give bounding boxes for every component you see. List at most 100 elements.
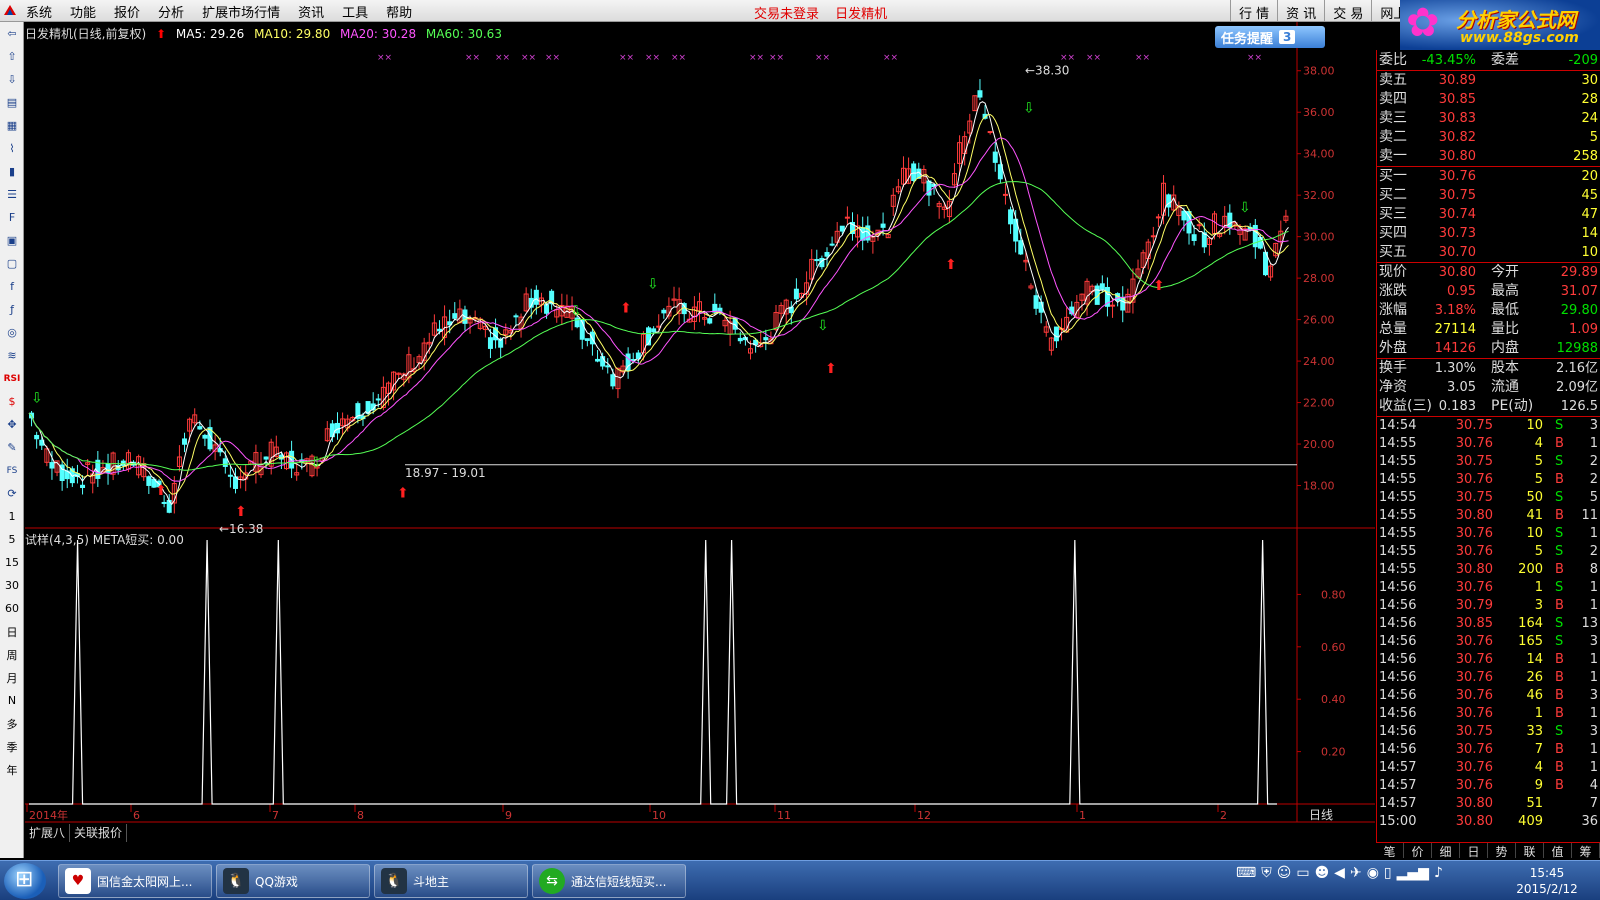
formula-icon[interactable]: f — [0, 275, 24, 298]
quote-tab[interactable]: 联 — [1516, 843, 1544, 859]
menu-news[interactable]: 资讯 — [298, 2, 324, 21]
down-arrow-icon[interactable]: ⇩ — [0, 68, 24, 91]
tick-row[interactable]: 14:55 30.80 41 B 11 — [1377, 507, 1600, 525]
tick-row[interactable]: 14:56 30.79 3 B 1 — [1377, 597, 1600, 615]
tab-trade[interactable]: 交 易 — [1324, 0, 1371, 22]
tick-row[interactable]: 14:54 30.75 10 S 3 — [1377, 417, 1600, 435]
tick-row[interactable]: 14:56 30.76 26 B 1 — [1377, 669, 1600, 687]
period-60min[interactable]: 60 — [0, 597, 24, 620]
period-year[interactable]: 年 — [0, 758, 24, 781]
tick-row[interactable]: 15:00 30.80 409 36 — [1377, 813, 1600, 831]
speaker-icon[interactable]: ◀ — [1334, 865, 1345, 881]
tick-row[interactable]: 14:56 30.75 33 S 3 — [1377, 723, 1600, 741]
pencil-icon[interactable]: ✎ — [0, 436, 24, 459]
f10-icon[interactable]: F — [0, 206, 24, 229]
browser-icon[interactable]: ◉ — [1367, 865, 1379, 881]
user-icon[interactable]: ☺ — [1277, 865, 1292, 881]
note-icon[interactable]: ▢ — [0, 252, 24, 275]
app-logo-icon[interactable] — [2, 3, 18, 19]
move-icon[interactable]: ✥ — [0, 413, 24, 436]
menu-help[interactable]: 帮助 — [386, 2, 412, 21]
fx-icon[interactable]: ƒ — [0, 298, 24, 321]
tick-row[interactable]: 14:55 30.76 5 S 2 — [1377, 543, 1600, 561]
quote-tab[interactable]: 筹 — [1572, 843, 1600, 859]
period-season[interactable]: 季 — [0, 735, 24, 758]
candle-icon[interactable]: ▮ — [0, 160, 24, 183]
menu-extended-market[interactable]: 扩展市场行情 — [202, 2, 280, 21]
tick-row[interactable]: 14:56 30.76 1 S 1 — [1377, 579, 1600, 597]
info-icon[interactable]: ▣ — [0, 229, 24, 252]
quote-tab[interactable]: 日 — [1460, 843, 1488, 859]
tick-row[interactable]: 14:56 30.76 1 B 1 — [1377, 705, 1600, 723]
period-15min[interactable]: 15 — [0, 551, 24, 574]
qq-icon[interactable]: ☻ — [1315, 865, 1330, 881]
sell-row[interactable]: 卖三 30.83 24 — [1377, 109, 1600, 128]
tick-row[interactable]: 14:56 30.76 165 S 3 — [1377, 633, 1600, 651]
bird-icon[interactable]: ✈ — [1350, 865, 1362, 881]
sell-row[interactable]: 卖一 30.80 258 — [1377, 147, 1600, 166]
battery-icon[interactable]: ▭ — [1296, 865, 1309, 881]
tick-row[interactable]: 14:57 30.76 4 B 1 — [1377, 759, 1600, 777]
shield-icon[interactable]: ⛨ — [1261, 865, 1272, 881]
wave-icon[interactable]: ≋ — [0, 344, 24, 367]
tab-news[interactable]: 资 讯 — [1277, 0, 1324, 22]
tick-row[interactable]: 14:56 30.76 46 B 3 — [1377, 687, 1600, 705]
volume-icon[interactable]: ♪ — [1434, 865, 1443, 881]
taskbar-app-tdx[interactable]: ⇆ 通达信短线短买... — [532, 864, 686, 898]
menu-quote[interactable]: 报价 — [114, 2, 140, 21]
refresh-icon[interactable]: ⟳ — [0, 482, 24, 505]
kline-chart-svg[interactable]: 38.00 36.00 34.00 32.00 30.00 28.00 26.00 24.00… — [25, 22, 1375, 858]
buy-row[interactable]: 买三 30.74 47 — [1377, 205, 1600, 224]
tick-row[interactable]: 14:56 30.76 7 B 1 — [1377, 741, 1600, 759]
back-arrow-icon[interactable]: ⇦ — [0, 22, 24, 45]
period-1min[interactable]: 1 — [0, 505, 24, 528]
fs-icon[interactable]: FS — [0, 459, 24, 482]
trade-login-status[interactable]: 交易未登录 — [754, 7, 819, 22]
tick-row[interactable]: 14:55 30.76 10 S 1 — [1377, 525, 1600, 543]
taskbar-app-qqgame[interactable]: 🐧 QQ游戏 — [216, 864, 370, 898]
clock[interactable]: 15:45 2015/2/12 — [1512, 865, 1582, 897]
up-arrow-icon[interactable]: ⇧ — [0, 45, 24, 68]
tick-row[interactable]: 14:55 30.76 4 B 1 — [1377, 435, 1600, 453]
quote-tab[interactable]: 笔 — [1376, 843, 1404, 859]
period-month[interactable]: 月 — [0, 666, 24, 689]
menu-analysis[interactable]: 分析 — [158, 2, 184, 21]
sell-row[interactable]: 卖二 30.82 5 — [1377, 128, 1600, 147]
quote-tab[interactable]: 势 — [1488, 843, 1516, 859]
list-icon[interactable]: ☰ — [0, 183, 24, 206]
tab-market[interactable]: 行 情 — [1230, 0, 1277, 22]
buy-row[interactable]: 买二 30.75 45 — [1377, 186, 1600, 205]
period-day[interactable]: 日 — [0, 620, 24, 643]
dollar-icon[interactable]: $ — [0, 390, 24, 413]
buy-row[interactable]: 买一 30.76 20 — [1377, 167, 1600, 186]
period-week[interactable]: 周 — [0, 643, 24, 666]
tick-row[interactable]: 14:55 30.75 50 S 5 — [1377, 489, 1600, 507]
rsi-icon[interactable]: RSI — [0, 367, 24, 390]
keyboard-icon[interactable]: ⌨ — [1236, 865, 1256, 881]
quote-tab[interactable]: 值 — [1544, 843, 1572, 859]
period-5min[interactable]: 5 — [0, 528, 24, 551]
taskbar-app-guosen[interactable]: ♥ 国信金太阳网上... — [58, 864, 212, 898]
tab-related-quote[interactable]: 关联报价 — [70, 824, 128, 842]
buy-row[interactable]: 买四 30.73 14 — [1377, 224, 1600, 243]
menu-system[interactable]: 系统 — [26, 2, 52, 21]
start-button[interactable] — [4, 863, 46, 899]
tick-row[interactable]: 14:55 30.80 200 B 8 — [1377, 561, 1600, 579]
chart-area[interactable]: 38.00 36.00 34.00 32.00 30.00 28.00 26.00 24.00… — [25, 22, 1375, 858]
period-multi[interactable]: 多 — [0, 712, 24, 735]
taskbar-app-doudizhu[interactable]: 🐧 斗地主 — [374, 864, 528, 898]
tick-row[interactable]: 14:55 30.76 5 B 2 — [1377, 471, 1600, 489]
period-30min[interactable]: 30 — [0, 574, 24, 597]
tick-row[interactable]: 14:57 30.76 9 B 4 — [1377, 777, 1600, 795]
tab-extension8[interactable]: 扩展八 — [25, 824, 71, 842]
quote-tab[interactable]: 价 — [1404, 843, 1432, 859]
report-icon[interactable]: ▤ — [0, 91, 24, 114]
tick-row[interactable]: 14:56 30.76 14 B 1 — [1377, 651, 1600, 669]
buy-row[interactable]: 买五 30.70 10 — [1377, 243, 1600, 262]
table-icon[interactable]: ▦ — [0, 114, 24, 137]
tick-row[interactable]: 14:55 30.75 5 S 2 — [1377, 453, 1600, 471]
network-icon[interactable]: ▂▄▆ — [1397, 865, 1429, 881]
tick-row[interactable]: 14:57 30.80 51 7 — [1377, 795, 1600, 813]
circle-icon[interactable]: ◎ — [0, 321, 24, 344]
sell-row[interactable]: 卖四 30.85 28 — [1377, 90, 1600, 109]
